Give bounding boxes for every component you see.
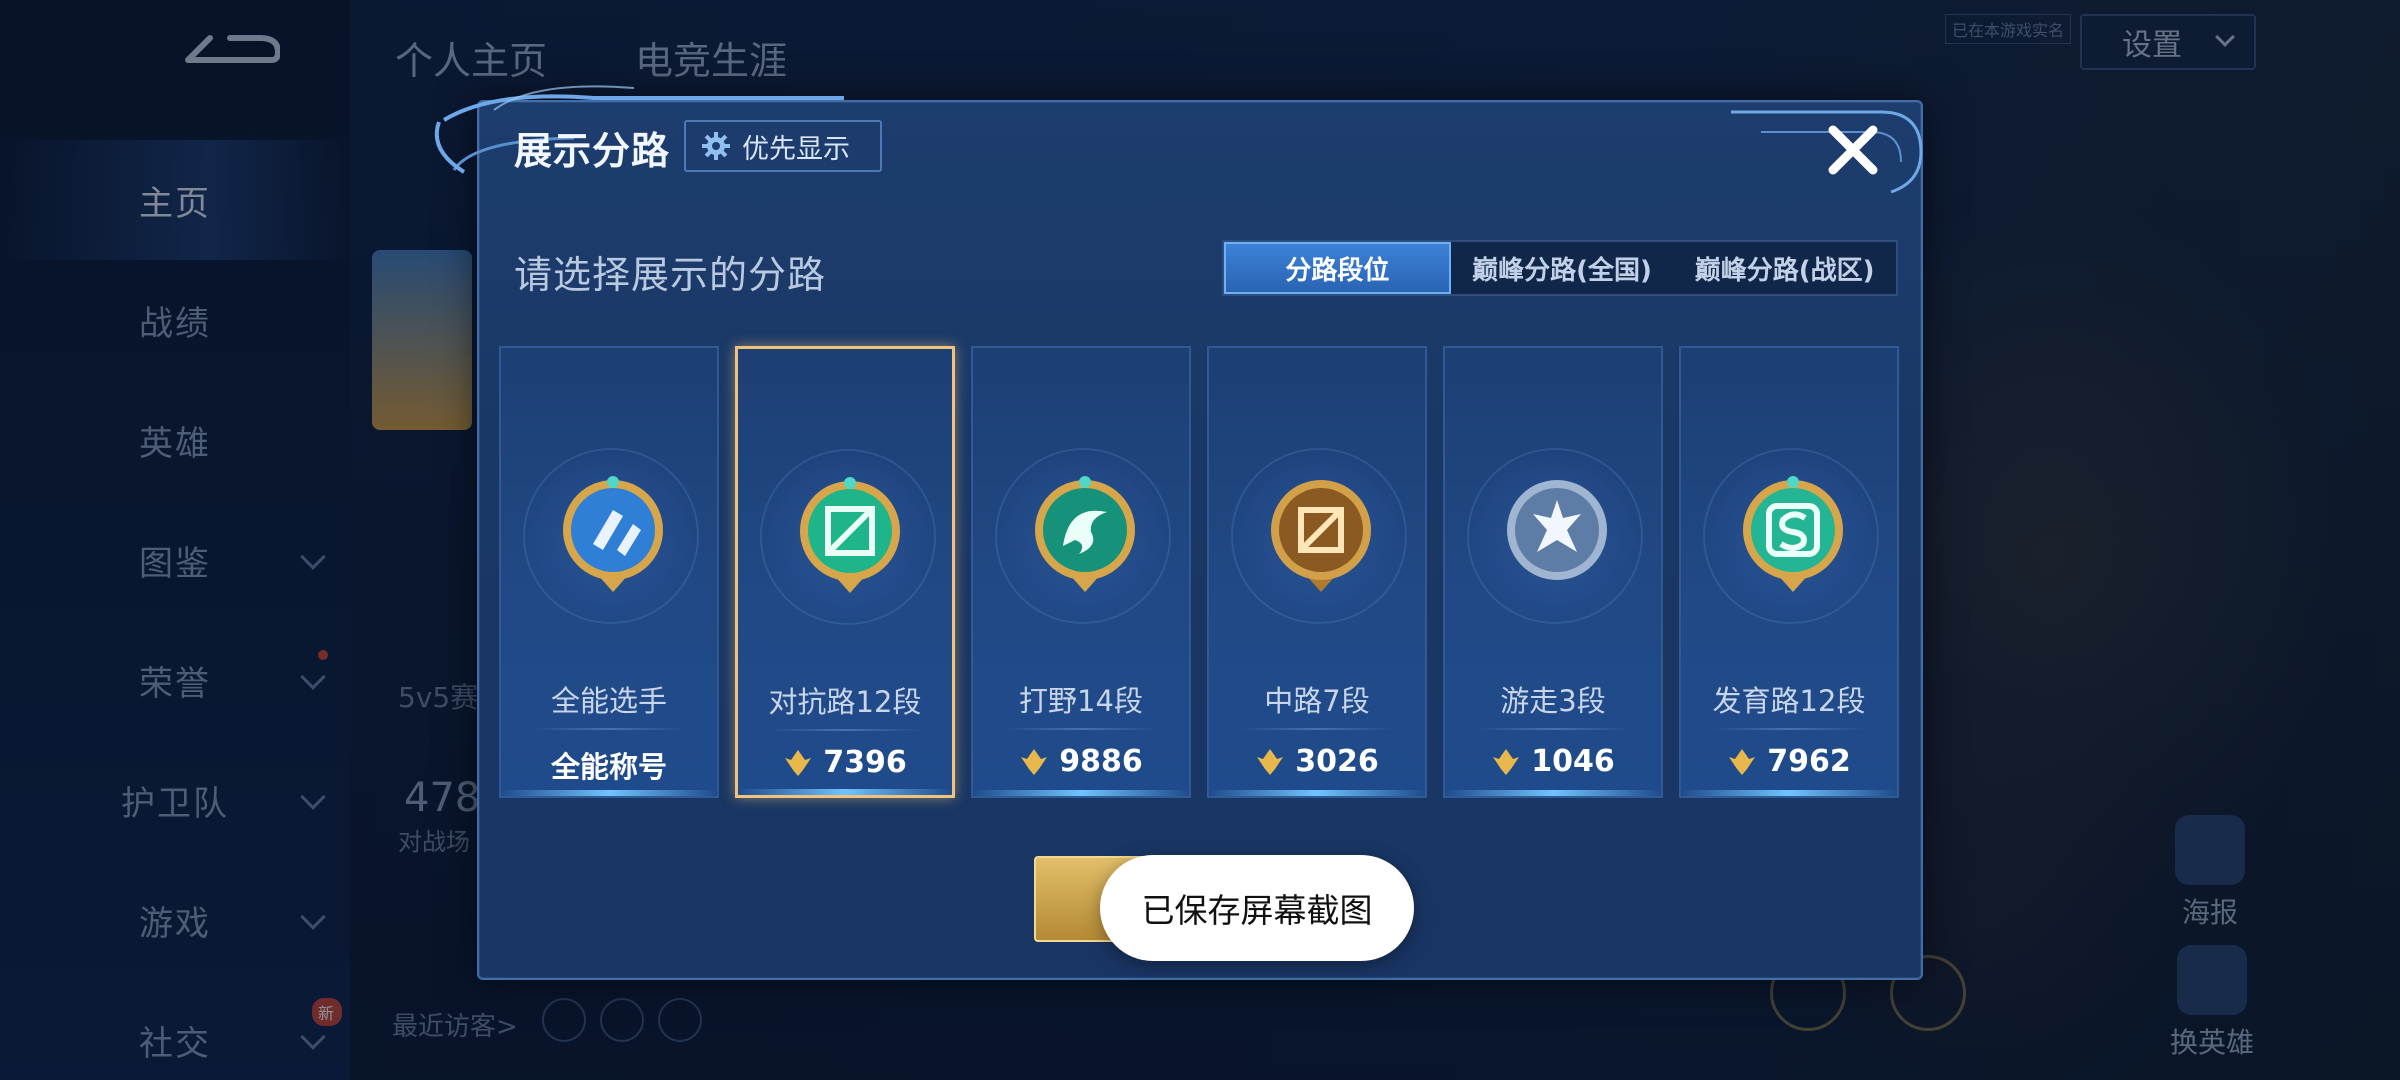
card-glow (501, 790, 717, 796)
card-divider (531, 728, 687, 730)
lane-card-all-round[interactable]: 全能选手 全能称号 (499, 346, 719, 798)
badge-halo (995, 448, 1171, 624)
card-glow (738, 789, 952, 795)
dialog-title: 展示分路 (514, 129, 671, 173)
title-label: 全能称号 (550, 750, 667, 784)
peak-score-icon (785, 749, 812, 776)
peak-score-icon (1729, 748, 1756, 775)
card-glow (1209, 790, 1425, 796)
card-divider (1003, 728, 1159, 730)
card-glow (1681, 790, 1897, 796)
tab-peak-lane-national[interactable]: 巅峰分路(全国) (1451, 242, 1674, 294)
mid-lane-badge-icon (1271, 480, 1371, 592)
peak-score-icon (1021, 748, 1048, 775)
lane-card-list: 全能选手 全能称号 对抗路12段 7396 打野14段 9886 中路7段 30… (499, 346, 1909, 798)
screenshot-saved-toast: 已保存屏幕截图 (1100, 855, 1414, 961)
lane-name: 游走3段 (1500, 684, 1606, 718)
priority-display-button[interactable]: 优先显示 (684, 120, 882, 172)
lane-score: 7962 (1767, 744, 1851, 779)
lane-card-jungle[interactable]: 打野14段 9886 (971, 346, 1191, 798)
roam-badge-icon (1507, 480, 1607, 580)
clash-lane-badge-icon (800, 477, 900, 593)
priority-display-label: 优先显示 (742, 133, 850, 165)
badge-halo (523, 448, 699, 624)
lane-score: 7396 (823, 745, 907, 780)
peak-score-icon (1493, 748, 1520, 775)
all-round-badge-icon (563, 476, 663, 592)
lane-name: 全能选手 (550, 684, 667, 718)
farm-lane-badge-icon (1743, 476, 1843, 592)
card-divider (1475, 728, 1631, 730)
lane-name: 发育路12段 (1712, 684, 1866, 718)
lane-name: 中路7段 (1264, 684, 1370, 718)
card-glow (973, 790, 1189, 796)
lane-card-roam[interactable]: 游走3段 1046 (1443, 346, 1663, 798)
lane-name: 打野14段 (1019, 684, 1143, 718)
card-divider (768, 729, 922, 731)
jungle-badge-icon (1035, 476, 1135, 592)
peak-score-icon (1257, 748, 1284, 775)
lane-display-dialog: 展示分路 优先显示 请选择展示的分路 分路段位 巅峰分路(全国) 巅峰分路(战区… (434, 85, 1923, 980)
lane-card-mid[interactable]: 中路7段 3026 (1207, 346, 1427, 798)
card-divider (1711, 728, 1867, 730)
lane-name: 对抗路12段 (768, 685, 922, 719)
dialog-subtitle: 请选择展示的分路 (514, 253, 827, 297)
badge-halo (1703, 448, 1879, 624)
gear-icon (702, 132, 730, 160)
card-glow (1445, 790, 1661, 796)
badge-halo (1231, 448, 1407, 624)
lane-card-farm[interactable]: 发育路12段 7962 (1679, 346, 1899, 798)
tab-peak-lane-zone[interactable]: 巅峰分路(战区) (1673, 242, 1896, 294)
badge-halo (760, 449, 936, 625)
close-icon[interactable] (1821, 118, 1885, 182)
lane-score: 1046 (1531, 744, 1615, 779)
lane-score: 3026 (1295, 744, 1379, 779)
lane-card-clash[interactable]: 对抗路12段 7396 (735, 346, 955, 798)
lane-score: 9886 (1059, 744, 1143, 779)
lane-type-tabs: 分路段位 巅峰分路(全国) 巅峰分路(战区) (1222, 240, 1898, 296)
tab-lane-rank[interactable]: 分路段位 (1224, 242, 1451, 294)
badge-halo (1467, 448, 1643, 624)
card-divider (1239, 728, 1395, 730)
